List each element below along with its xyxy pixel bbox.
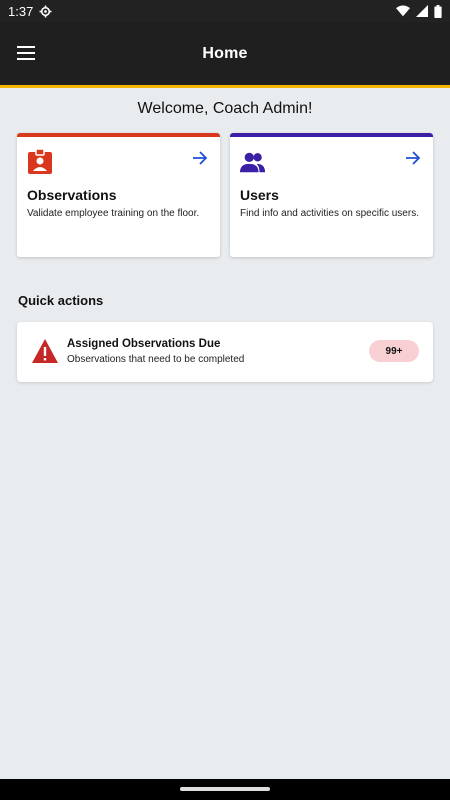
users-icon (240, 152, 266, 173)
gesture-handle[interactable] (180, 787, 270, 791)
quick-actions-heading: Quick actions (18, 293, 104, 308)
card-accent-bar (230, 133, 433, 137)
menu-button[interactable] (10, 37, 42, 69)
card-description: Validate employee training on the floor. (27, 208, 200, 219)
app-bar: Home (0, 22, 450, 85)
wifi-icon (396, 5, 410, 17)
welcome-message: Welcome, Coach Admin! (137, 100, 313, 117)
app-bar-accent-line (0, 85, 450, 88)
count-badge: 99+ (369, 340, 419, 362)
battery-icon (434, 4, 442, 18)
status-bar: 1:37 (0, 0, 450, 22)
card-accent-bar (17, 133, 220, 137)
assigned-observations-due-item[interactable]: Assigned Observations Due Observations t… (17, 322, 433, 382)
page-title: Home (202, 44, 248, 62)
settings-gear-icon (39, 5, 52, 17)
card-title: Users (240, 187, 279, 203)
card-description: Find info and activities on specific use… (240, 208, 419, 219)
status-time: 1:37 (8, 3, 34, 19)
observations-card[interactable]: Observations Validate employee training … (17, 133, 220, 257)
arrow-right-icon[interactable] (405, 150, 421, 166)
card-title: Observations (27, 187, 117, 203)
quick-action-title: Assigned Observations Due (67, 338, 221, 350)
home-screen: 1:37 Home Welcome, Coach Admin! Observat… (0, 0, 450, 800)
cellular-signal-icon (416, 5, 428, 17)
quick-action-subtitle: Observations that need to be completed (67, 354, 245, 365)
arrow-right-icon[interactable] (192, 150, 208, 166)
hamburger-menu-icon (17, 46, 35, 60)
warning-icon (32, 339, 58, 363)
badge-icon (28, 149, 52, 174)
system-navigation-bar (0, 779, 450, 800)
users-card[interactable]: Users Find info and activities on specif… (230, 133, 433, 257)
